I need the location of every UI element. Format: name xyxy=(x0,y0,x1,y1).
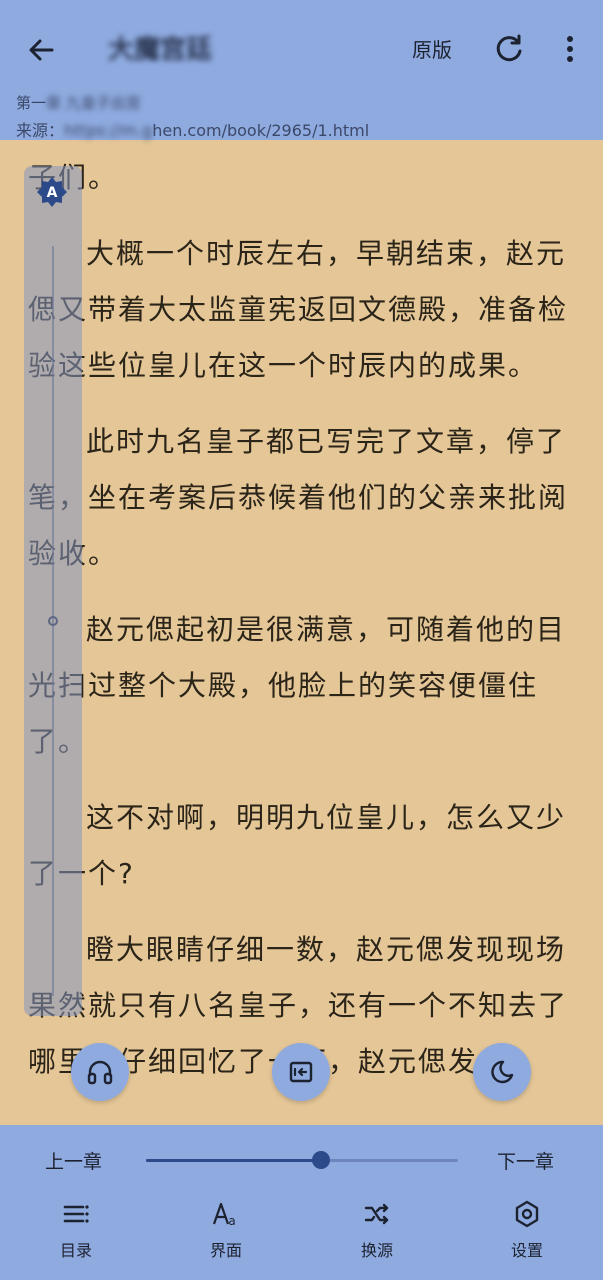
listen-button[interactable] xyxy=(71,1043,129,1101)
chapter-progress-fill xyxy=(146,1159,321,1162)
bottom-control-panel: 上一章 下一章 目录 a 界面 换源 设置 xyxy=(0,1125,603,1280)
source-url[interactable]: 来源：https://m.ghen.com/book/2965/1.html xyxy=(16,117,369,141)
svg-text:a: a xyxy=(228,1214,235,1228)
list-icon xyxy=(63,1205,89,1223)
source-label: 来源： xyxy=(16,121,65,140)
refresh-button[interactable] xyxy=(492,32,526,66)
auto-brightness-icon[interactable]: A xyxy=(36,176,68,208)
chapter-progress-thumb[interactable] xyxy=(311,1151,330,1169)
reading-content[interactable]: 子们。 大概一个时辰左右，早朝结束，赵元偲又带着大太监童宪返回文德殿，准备检验这… xyxy=(28,150,578,1110)
paragraph: 大概一个时辰左右，早朝结束，赵元偲又带着大太监童宪返回文德殿，准备检验这些位皇儿… xyxy=(28,237,569,382)
auto-brightness-badge-icon: A xyxy=(37,177,67,207)
auto-page-icon xyxy=(289,1061,313,1083)
next-chapter-button[interactable]: 下一章 xyxy=(497,1147,554,1174)
auto-letter: A xyxy=(47,185,58,201)
previous-chapter-button[interactable]: 上一章 xyxy=(45,1147,102,1174)
font-icon: a xyxy=(212,1202,236,1228)
paragraph: 赵元偲起初是很满意，可随着他的目光扫过整个大殿，他脸上的笑容便僵住了。 xyxy=(28,613,567,758)
source-url-text: hen.com/book/2965/1.html xyxy=(152,121,370,140)
brightness-thumb[interactable] xyxy=(48,616,58,626)
top-app-bar: 大魔宫廷 原版 第一章 九皇子出宫 来源：https://m.ghen.com/… xyxy=(0,0,603,140)
more-options-button[interactable] xyxy=(556,32,584,66)
interface-label: 界面 xyxy=(209,1241,242,1260)
chapter-prefix: 第一 xyxy=(16,94,47,112)
paragraph: 子们。 xyxy=(28,150,578,206)
shuffle-icon xyxy=(364,1203,389,1225)
change-source-button[interactable]: 换源 xyxy=(337,1199,417,1269)
moon-icon xyxy=(491,1060,514,1084)
paragraph: 这不对啊，明明九位皇儿，怎么又少了一个? xyxy=(28,801,567,890)
settings-button[interactable]: 设置 xyxy=(487,1199,567,1269)
auto-page-button[interactable] xyxy=(272,1043,330,1101)
refresh-icon xyxy=(496,34,522,62)
settings-icon xyxy=(515,1200,539,1228)
headphones-icon xyxy=(87,1060,113,1085)
toc-label: 目录 xyxy=(59,1241,92,1260)
source-url-blurred: https://m.g xyxy=(64,121,153,140)
change-source-label: 换源 xyxy=(360,1241,393,1260)
toc-button[interactable]: 目录 xyxy=(36,1199,116,1269)
settings-label: 设置 xyxy=(510,1241,543,1260)
back-arrow-icon xyxy=(29,39,54,61)
original-page-button[interactable]: 原版 xyxy=(412,30,452,70)
chapter-name-blurred: 章 九皇子出宫 xyxy=(46,94,141,112)
more-vert-icon xyxy=(567,36,573,62)
interface-button[interactable]: a 界面 xyxy=(186,1199,266,1269)
back-button[interactable] xyxy=(22,30,62,70)
night-mode-button[interactable] xyxy=(473,1043,531,1101)
chapter-name: 第一章 九皇子出宫 xyxy=(16,92,141,113)
chapter-progress-slider[interactable] xyxy=(146,1151,458,1169)
paragraph: 此时九名皇子都已写完了文章，停了笔，坐在考案后恭候着他们的父亲来批阅验收。 xyxy=(28,425,569,570)
brightness-slider[interactable]: A xyxy=(24,166,82,1016)
book-title: 大魔宫廷 xyxy=(108,35,213,65)
